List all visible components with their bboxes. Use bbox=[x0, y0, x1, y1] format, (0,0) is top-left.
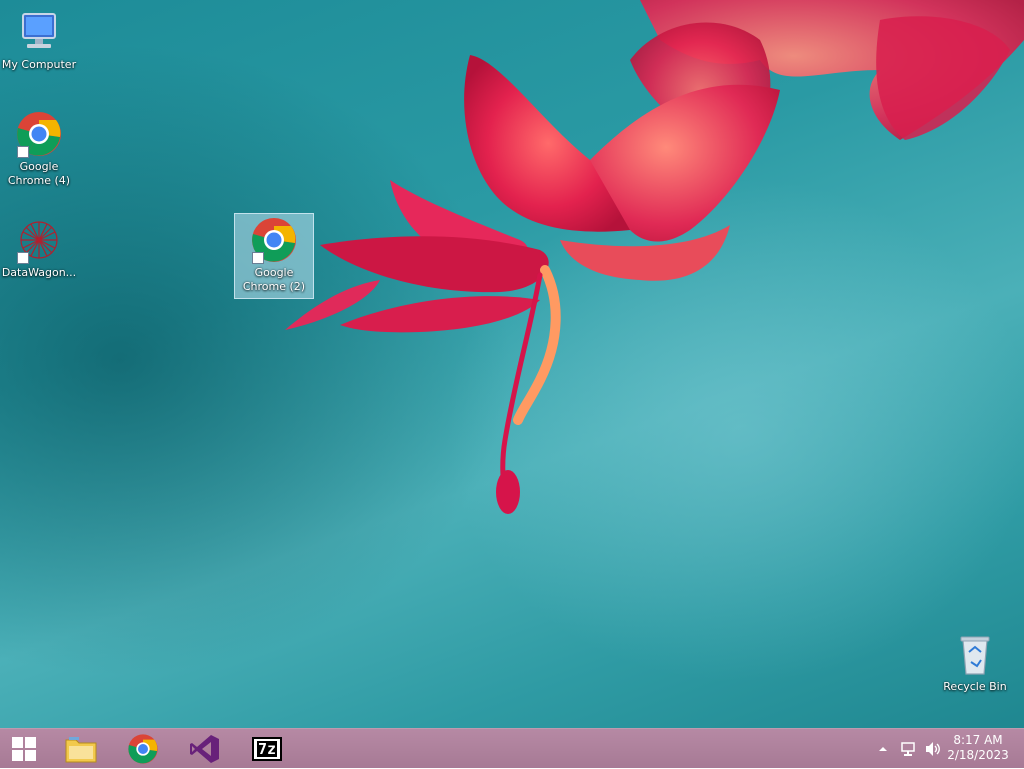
desktop-icon-datawagon[interactable]: DataWagon... bbox=[0, 216, 78, 280]
shortcut-arrow-icon bbox=[17, 252, 29, 264]
windows-start-icon bbox=[12, 737, 36, 761]
seven-zip-icon: 7z bbox=[252, 737, 282, 761]
volume-button[interactable] bbox=[924, 741, 942, 757]
clock-date: 2/18/2023 bbox=[947, 748, 1009, 762]
shortcut-arrow-icon bbox=[17, 146, 29, 158]
seven-zip-icon-text: 7z bbox=[256, 740, 278, 758]
chrome-icon bbox=[15, 110, 63, 158]
visual-studio-icon bbox=[190, 735, 219, 763]
taskbar-chrome-button[interactable] bbox=[119, 732, 167, 766]
taskbar-file-explorer-button[interactable] bbox=[57, 732, 105, 766]
desktop-icon-label: My Computer bbox=[1, 58, 77, 71]
show-hidden-icons-button[interactable] bbox=[878, 741, 888, 757]
desktop-icon-recycle-bin[interactable]: Recycle Bin bbox=[936, 630, 1014, 694]
clock[interactable]: 8:17 AM 2/18/2023 bbox=[946, 733, 1010, 763]
clock-time: 8:17 AM bbox=[953, 733, 1003, 747]
shortcut-arrow-icon bbox=[252, 252, 264, 264]
show-hidden-icons-icon bbox=[879, 747, 887, 751]
system-tray: 8:17 AM 2/18/2023 bbox=[864, 729, 1024, 769]
recycle-bin-icon bbox=[951, 630, 999, 678]
network-button[interactable] bbox=[900, 741, 916, 757]
taskbar: 7z 8:17 AM 2/18/2023 bbox=[0, 728, 1024, 768]
taskbar-7zip-button[interactable]: 7z bbox=[243, 732, 291, 766]
start-button[interactable] bbox=[0, 732, 48, 766]
chrome-icon bbox=[250, 216, 298, 264]
file-explorer-icon bbox=[65, 737, 97, 763]
desktop-icon-google-chrome-4[interactable]: Google Chrome (4) bbox=[0, 110, 78, 188]
desktop-icon-google-chrome-2[interactable]: Google Chrome (2) bbox=[234, 213, 314, 299]
my-computer-icon bbox=[15, 8, 63, 56]
chrome-icon bbox=[128, 734, 158, 764]
desktop-icon-my-computer[interactable]: My Computer bbox=[0, 8, 78, 72]
wallpaper-flower-art bbox=[285, 0, 1024, 514]
desktop[interactable]: My Computer Google Chrome (4) DataWagon.… bbox=[0, 0, 1024, 728]
desktop-icon-label: Google Chrome (2) bbox=[242, 266, 306, 293]
taskbar-visual-studio-button[interactable] bbox=[181, 732, 229, 766]
desktop-icon-label: DataWagon... bbox=[1, 266, 77, 279]
desktop-icon-label: Google Chrome (4) bbox=[7, 160, 71, 187]
volume-icon bbox=[926, 742, 940, 756]
datawagon-icon bbox=[15, 216, 63, 264]
desktop-icon-label: Recycle Bin bbox=[943, 680, 1007, 693]
network-icon bbox=[901, 742, 915, 756]
